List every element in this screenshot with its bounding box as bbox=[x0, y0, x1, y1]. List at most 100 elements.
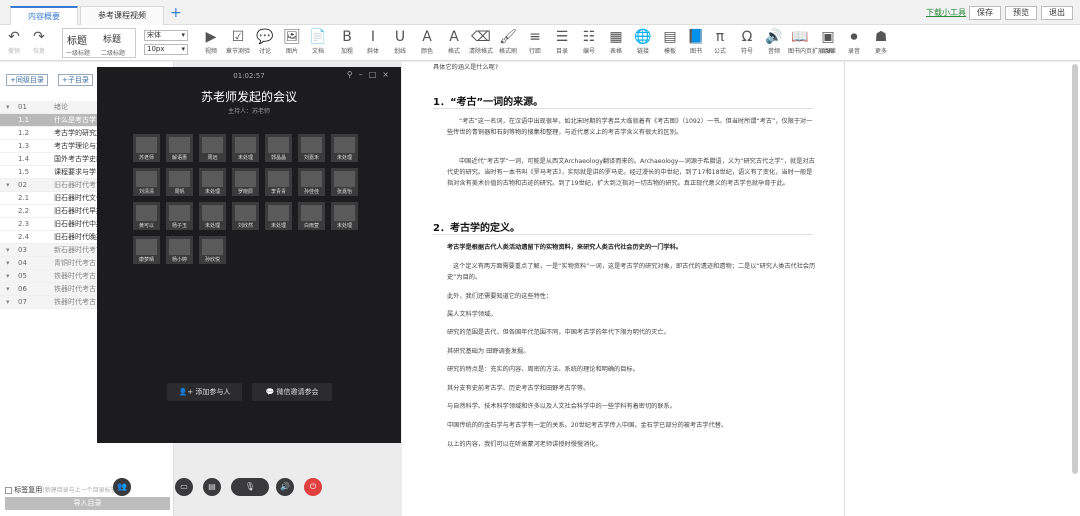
toolbar-item[interactable]: 💬 讨论 bbox=[253, 28, 277, 55]
toolbar-item[interactable]: ☗ 更多 bbox=[869, 28, 893, 55]
toolbar-item[interactable]: ☷ 编号 bbox=[577, 28, 601, 55]
toolbar-item[interactable]: 📘 图书 bbox=[684, 28, 708, 55]
toolbar-item[interactable]: ⏺ 录音 bbox=[842, 28, 866, 55]
save-button[interactable]: 保存 bbox=[969, 6, 1001, 20]
font-size-select[interactable]: 10px ▾ bbox=[144, 44, 188, 55]
outline-number: 1.1 bbox=[18, 116, 30, 124]
participant-tile[interactable]: 周帆 bbox=[166, 168, 193, 196]
participant-tile[interactable]: 孙佳佳 bbox=[298, 168, 325, 196]
outline-title: 课程要求与学习 bbox=[54, 168, 98, 176]
outline-number: 2.1 bbox=[18, 194, 30, 202]
close-icon: × bbox=[382, 70, 395, 79]
toolbar-item[interactable]: I 斜体 bbox=[361, 28, 385, 55]
add-tab-icon[interactable]: + bbox=[170, 5, 182, 21]
participant-tile[interactable]: 未处理 bbox=[265, 202, 292, 230]
outline-title: 旧石器时代文化 bbox=[54, 194, 98, 202]
toolbar-item[interactable]: A 格式 bbox=[442, 28, 466, 55]
participant-tile[interactable]: 杨子玉 bbox=[166, 202, 193, 230]
participant-tile[interactable]: 未处理 bbox=[199, 202, 226, 230]
editor-toolbar: ↶ 撤销 ↷ 恢复 标题 标题 一级标题 二级标题 宋体 ▾ 10px ▾ ▶ 视频 ☑ 章节… bbox=[0, 25, 1080, 61]
toolbar-item[interactable]: ⌫ 清除格式 bbox=[469, 28, 493, 55]
paragraph: 中国近代“考古学”一词，可能是从西文Archaeology翻译而来的。Archa… bbox=[447, 158, 815, 187]
redo-button[interactable]: ↷ 恢复 bbox=[31, 28, 47, 55]
toolbar-item[interactable]: ▶ 视频 bbox=[199, 28, 223, 55]
tab-content-summary[interactable]: 内容概要 bbox=[10, 6, 78, 25]
avatar bbox=[169, 171, 190, 187]
download-tool-link[interactable]: 下载小工具 bbox=[926, 7, 966, 18]
participant-tile[interactable]: 罗晓辰 bbox=[232, 168, 259, 196]
speaker-icon[interactable]: 🔊 bbox=[276, 478, 294, 496]
heading2-style[interactable]: 标题 bbox=[103, 32, 121, 45]
toolbar-item[interactable]: ▤ 模板 bbox=[658, 28, 682, 55]
document-area[interactable]: 具体它的涵义是什么呢? 1．“考古”一词的来源。 “考古”这一名词，在汉语中出现… bbox=[402, 62, 844, 516]
divider bbox=[433, 108, 813, 109]
avatar bbox=[301, 205, 322, 221]
outline-number: 04 bbox=[18, 259, 27, 267]
minimize-icon: – bbox=[358, 70, 369, 79]
mute-mic-icon[interactable]: 🎙 bbox=[231, 478, 269, 496]
participant-tile[interactable]: 苏老师 bbox=[133, 134, 160, 162]
toolbar-label: 音频 bbox=[767, 48, 780, 55]
checkbox[interactable] bbox=[5, 486, 12, 494]
undo-button[interactable]: ↶ 撤销 bbox=[6, 28, 22, 55]
participant-tile[interactable]: 未处理 bbox=[199, 168, 226, 196]
heading2-sub: 二级标题 bbox=[101, 50, 126, 57]
scrollbar[interactable] bbox=[1072, 64, 1078, 474]
participant-tile[interactable]: 康梦晴 bbox=[133, 236, 160, 264]
toolbar-item[interactable]: U 划线 bbox=[388, 28, 412, 55]
tab-reference-video[interactable]: 参考课程视频 bbox=[80, 6, 164, 25]
participant-tile[interactable]: 刘嘉禾 bbox=[298, 134, 325, 162]
add-sibling-chapter-button[interactable]: +同级目录 bbox=[6, 74, 48, 86]
participant-tile[interactable]: 郭晶晶 bbox=[265, 134, 292, 162]
toolbar-item[interactable]: ☑ 章节测验 bbox=[226, 28, 250, 55]
participant-tile[interactable]: 刘清清 bbox=[133, 168, 160, 196]
toolbar-item[interactable]: 📖 图书内页扩展阅读 bbox=[788, 28, 836, 55]
toolbar-item[interactable]: B 加粗 bbox=[335, 28, 359, 55]
participant-tile[interactable]: 白雨萱 bbox=[298, 202, 325, 230]
font-family-select[interactable]: 宋体 ▾ bbox=[144, 30, 188, 41]
toolbar-item[interactable]: 🌐 链接 bbox=[631, 28, 655, 55]
toolbar-item[interactable]: 🔊 音频 bbox=[762, 28, 786, 55]
screen-share-icon[interactable]: ▭ bbox=[175, 478, 193, 496]
section-heading-1: 1．“考古”一词的来源。 bbox=[433, 97, 544, 108]
participant-name: 周帆 bbox=[174, 189, 185, 195]
participant-tile[interactable]: 刘欣然 bbox=[232, 202, 259, 230]
toolbar-item[interactable]: Ω 符号 bbox=[735, 28, 759, 55]
participant-tile[interactable]: 孙欣悦 bbox=[199, 236, 226, 264]
preview-button[interactable]: 预览 bbox=[1005, 6, 1037, 20]
participant-tile[interactable]: 未处理 bbox=[331, 202, 358, 230]
import-outline-button[interactable]: 导入目录 bbox=[5, 497, 170, 510]
toolbar-item[interactable]: 🖼 图片 bbox=[280, 28, 304, 55]
outline-title: 考古学的研究对 bbox=[54, 129, 98, 137]
folder-icon[interactable]: ▤ bbox=[203, 478, 221, 496]
toolbar-item[interactable]: ≡ 行距 bbox=[523, 28, 547, 55]
toolbar-item[interactable]: 🖌 格式刷 bbox=[496, 28, 520, 55]
window-controls[interactable]: ⚲–□× bbox=[347, 70, 395, 79]
toolbar-label: 格式 bbox=[447, 48, 460, 55]
wechat-invite-button[interactable]: 💬 微信邀请参会 bbox=[252, 383, 332, 401]
participant-tile[interactable]: 周远 bbox=[199, 134, 226, 162]
participant-tile[interactable]: 黄可以 bbox=[133, 202, 160, 230]
toolbar-item[interactable]: ▣ 动画 bbox=[816, 28, 840, 55]
participants-icon[interactable]: 👥 bbox=[113, 478, 131, 496]
participant-tile[interactable]: 解语惠 bbox=[166, 134, 193, 162]
participant-tile[interactable]: 未处理 bbox=[232, 134, 259, 162]
toolbar-item[interactable]: ▦ 表格 bbox=[604, 28, 628, 55]
heading1-style[interactable]: 标题 bbox=[67, 32, 87, 47]
toolbar-item[interactable]: ☰ 目录 bbox=[550, 28, 574, 55]
participant-name: 解语惠 bbox=[171, 155, 187, 161]
participant-tile[interactable]: 张嘉怡 bbox=[331, 168, 358, 196]
exit-button[interactable]: 退出 bbox=[1041, 6, 1073, 20]
toolbar-item[interactable]: 📄 文档 bbox=[306, 28, 330, 55]
outline-number: 1.2 bbox=[18, 129, 30, 137]
participant-tile[interactable]: 杨小婷 bbox=[166, 236, 193, 264]
add-participant-button[interactable]: 👤+ 添加参与人 bbox=[167, 383, 242, 401]
participant-tile[interactable]: 李青青 bbox=[265, 168, 292, 196]
end-call-icon[interactable]: ⏻ bbox=[304, 478, 322, 496]
toolbar-icon: ☷ bbox=[582, 29, 596, 45]
toolbar-item[interactable]: π 公式 bbox=[708, 28, 732, 55]
participant-tile[interactable]: 未处理 bbox=[331, 134, 358, 162]
divider bbox=[433, 234, 813, 235]
add-sub-chapter-button[interactable]: +子目录 bbox=[58, 74, 93, 86]
toolbar-item[interactable]: A 颜色 bbox=[415, 28, 439, 55]
